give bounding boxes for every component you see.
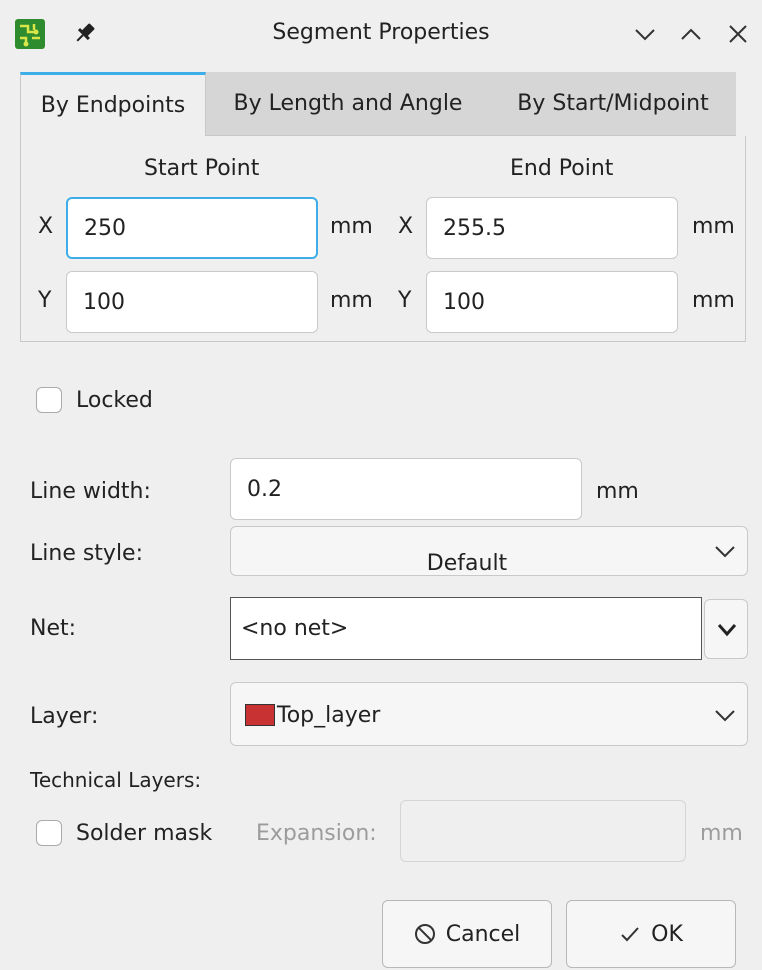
expansion-label: Expansion: (256, 821, 377, 846)
net-input[interactable]: <no net> (230, 597, 702, 660)
chevron-down-icon (715, 622, 739, 638)
tab-by-start-midpoint[interactable]: By Start/Midpoint (490, 72, 736, 136)
start-x-value: 250 (84, 215, 126, 241)
net-value: <no net> (241, 616, 349, 641)
chevron-down-icon (713, 543, 737, 559)
start-y-unit: mm (330, 288, 373, 313)
maximize-icon[interactable] (678, 24, 704, 44)
solder-mask-checkbox[interactable] (36, 820, 62, 846)
cancel-button[interactable]: Cancel (382, 900, 552, 968)
tab-by-length-and-angle[interactable]: By Length and Angle (206, 72, 490, 136)
cancel-icon (414, 923, 436, 945)
start-x-input[interactable]: 250 (66, 197, 318, 259)
technical-layers-heading: Technical Layers: (30, 768, 202, 792)
checkmark-icon (619, 923, 641, 945)
end-x-label: X (398, 214, 414, 239)
net-label: Net: (30, 616, 77, 641)
start-x-unit: mm (330, 214, 373, 239)
line-style-select[interactable]: Default (230, 526, 748, 576)
end-x-input[interactable]: 255.5 (426, 197, 678, 259)
tab-label: By Endpoints (40, 93, 186, 118)
tab-by-endpoints[interactable]: By Endpoints (20, 72, 206, 136)
line-width-label: Line width: (30, 479, 151, 504)
layer-select[interactable]: Top_layer (230, 682, 748, 746)
solder-mask-label[interactable]: Solder mask (76, 823, 212, 845)
close-icon[interactable] (726, 22, 750, 46)
locked-label[interactable]: Locked (76, 390, 153, 412)
end-x-unit: mm (692, 214, 735, 239)
start-point-heading: Start Point (144, 156, 260, 181)
line-style-label: Line style: (30, 541, 144, 566)
expansion-unit: mm (700, 821, 743, 846)
end-y-label: Y (398, 288, 412, 313)
end-y-value: 100 (443, 289, 485, 315)
minimize-icon[interactable] (632, 24, 658, 44)
end-x-value: 255.5 (443, 215, 506, 241)
line-style-value: Default (426, 551, 508, 576)
start-x-label: X (38, 214, 54, 239)
title-bar: Segment Properties (0, 0, 762, 68)
net-dropdown-button[interactable] (704, 599, 748, 659)
start-y-label: Y (38, 288, 52, 313)
chevron-down-icon (713, 707, 737, 723)
expansion-input[interactable] (400, 800, 686, 862)
line-width-input[interactable]: 0.2 (230, 458, 582, 520)
line-width-unit: mm (596, 479, 639, 504)
locked-checkbox[interactable] (36, 387, 62, 413)
end-point-heading: End Point (510, 156, 614, 181)
cancel-label: Cancel (445, 921, 521, 947)
start-y-input[interactable]: 100 (66, 271, 318, 333)
line-width-value: 0.2 (247, 476, 282, 502)
start-y-value: 100 (83, 289, 125, 315)
layer-value: Top_layer (277, 703, 381, 728)
ok-button[interactable]: OK (566, 900, 736, 968)
layer-color-swatch (245, 704, 275, 726)
end-y-unit: mm (692, 288, 735, 313)
layer-label: Layer: (30, 704, 99, 729)
ok-label: OK (651, 921, 683, 947)
tab-label: By Start/Midpoint (517, 91, 709, 116)
tab-label: By Length and Angle (233, 91, 463, 116)
end-y-input[interactable]: 100 (426, 271, 678, 333)
